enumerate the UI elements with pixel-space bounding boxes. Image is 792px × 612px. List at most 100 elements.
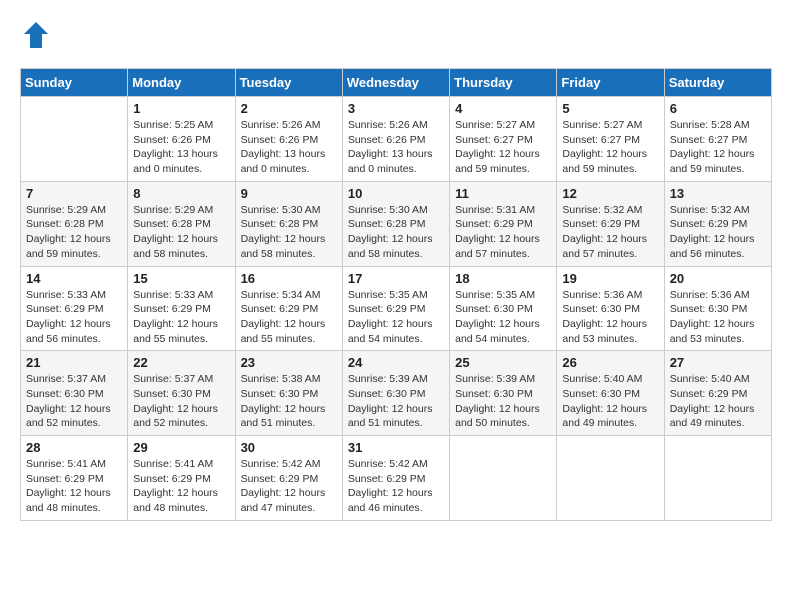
day-number: 16: [241, 271, 337, 286]
day-number: 13: [670, 186, 766, 201]
calendar-cell: [557, 436, 664, 521]
column-header-thursday: Thursday: [450, 69, 557, 97]
day-number: 9: [241, 186, 337, 201]
calendar-cell: 24 Sunrise: 5:39 AM Sunset: 6:30 PM Dayli…: [342, 351, 449, 436]
day-number: 26: [562, 355, 658, 370]
calendar-cell: 1 Sunrise: 5:25 AM Sunset: 6:26 PM Daylig…: [128, 97, 235, 182]
column-header-tuesday: Tuesday: [235, 69, 342, 97]
column-header-friday: Friday: [557, 69, 664, 97]
calendar-cell: 13 Sunrise: 5:32 AM Sunset: 6:29 PM Dayli…: [664, 181, 771, 266]
day-info: Sunrise: 5:39 AM Sunset: 6:30 PM Dayligh…: [348, 372, 444, 431]
calendar-cell: 17 Sunrise: 5:35 AM Sunset: 6:29 PM Dayli…: [342, 266, 449, 351]
column-header-saturday: Saturday: [664, 69, 771, 97]
day-number: 2: [241, 101, 337, 116]
day-number: 18: [455, 271, 551, 286]
day-number: 31: [348, 440, 444, 455]
calendar-cell: 27 Sunrise: 5:40 AM Sunset: 6:29 PM Dayli…: [664, 351, 771, 436]
day-info: Sunrise: 5:40 AM Sunset: 6:30 PM Dayligh…: [562, 372, 658, 431]
calendar-week-row: 14 Sunrise: 5:33 AM Sunset: 6:29 PM Dayli…: [21, 266, 772, 351]
day-info: Sunrise: 5:36 AM Sunset: 6:30 PM Dayligh…: [562, 288, 658, 347]
day-number: 10: [348, 186, 444, 201]
day-info: Sunrise: 5:27 AM Sunset: 6:27 PM Dayligh…: [562, 118, 658, 177]
day-info: Sunrise: 5:34 AM Sunset: 6:29 PM Dayligh…: [241, 288, 337, 347]
calendar-cell: 26 Sunrise: 5:40 AM Sunset: 6:30 PM Dayli…: [557, 351, 664, 436]
logo-icon: [20, 20, 52, 52]
calendar-week-row: 21 Sunrise: 5:37 AM Sunset: 6:30 PM Dayli…: [21, 351, 772, 436]
day-number: 21: [26, 355, 122, 370]
day-info: Sunrise: 5:33 AM Sunset: 6:29 PM Dayligh…: [133, 288, 229, 347]
calendar-cell: [450, 436, 557, 521]
calendar-cell: 30 Sunrise: 5:42 AM Sunset: 6:29 PM Dayli…: [235, 436, 342, 521]
day-info: Sunrise: 5:41 AM Sunset: 6:29 PM Dayligh…: [26, 457, 122, 516]
calendar-cell: 18 Sunrise: 5:35 AM Sunset: 6:30 PM Dayli…: [450, 266, 557, 351]
day-info: Sunrise: 5:26 AM Sunset: 6:26 PM Dayligh…: [348, 118, 444, 177]
day-info: Sunrise: 5:35 AM Sunset: 6:29 PM Dayligh…: [348, 288, 444, 347]
column-header-sunday: Sunday: [21, 69, 128, 97]
day-info: Sunrise: 5:30 AM Sunset: 6:28 PM Dayligh…: [348, 203, 444, 262]
day-info: Sunrise: 5:30 AM Sunset: 6:28 PM Dayligh…: [241, 203, 337, 262]
day-number: 22: [133, 355, 229, 370]
day-info: Sunrise: 5:38 AM Sunset: 6:30 PM Dayligh…: [241, 372, 337, 431]
calendar-week-row: 7 Sunrise: 5:29 AM Sunset: 6:28 PM Daylig…: [21, 181, 772, 266]
day-number: 4: [455, 101, 551, 116]
day-info: Sunrise: 5:27 AM Sunset: 6:27 PM Dayligh…: [455, 118, 551, 177]
day-number: 14: [26, 271, 122, 286]
day-info: Sunrise: 5:35 AM Sunset: 6:30 PM Dayligh…: [455, 288, 551, 347]
day-info: Sunrise: 5:37 AM Sunset: 6:30 PM Dayligh…: [26, 372, 122, 431]
calendar-cell: [664, 436, 771, 521]
logo: [20, 20, 56, 52]
calendar-cell: 31 Sunrise: 5:42 AM Sunset: 6:29 PM Dayli…: [342, 436, 449, 521]
day-info: Sunrise: 5:42 AM Sunset: 6:29 PM Dayligh…: [348, 457, 444, 516]
day-info: Sunrise: 5:33 AM Sunset: 6:29 PM Dayligh…: [26, 288, 122, 347]
calendar-week-row: 28 Sunrise: 5:41 AM Sunset: 6:29 PM Dayli…: [21, 436, 772, 521]
day-number: 8: [133, 186, 229, 201]
calendar-cell: 9 Sunrise: 5:30 AM Sunset: 6:28 PM Daylig…: [235, 181, 342, 266]
day-number: 30: [241, 440, 337, 455]
day-info: Sunrise: 5:31 AM Sunset: 6:29 PM Dayligh…: [455, 203, 551, 262]
day-info: Sunrise: 5:32 AM Sunset: 6:29 PM Dayligh…: [670, 203, 766, 262]
day-number: 19: [562, 271, 658, 286]
calendar-cell: 28 Sunrise: 5:41 AM Sunset: 6:29 PM Dayli…: [21, 436, 128, 521]
calendar-cell: 23 Sunrise: 5:38 AM Sunset: 6:30 PM Dayli…: [235, 351, 342, 436]
day-number: 5: [562, 101, 658, 116]
calendar-table: SundayMondayTuesdayWednesdayThursdayFrid…: [20, 68, 772, 521]
day-info: Sunrise: 5:42 AM Sunset: 6:29 PM Dayligh…: [241, 457, 337, 516]
day-number: 25: [455, 355, 551, 370]
calendar-cell: 7 Sunrise: 5:29 AM Sunset: 6:28 PM Daylig…: [21, 181, 128, 266]
calendar-cell: 15Sunrise: 5:33 AM Sunset: 6:29 PM Dayli…: [128, 266, 235, 351]
day-number: 17: [348, 271, 444, 286]
day-info: Sunrise: 5:32 AM Sunset: 6:29 PM Dayligh…: [562, 203, 658, 262]
column-header-monday: Monday: [128, 69, 235, 97]
day-info: Sunrise: 5:28 AM Sunset: 6:27 PM Dayligh…: [670, 118, 766, 177]
day-info: Sunrise: 5:26 AM Sunset: 6:26 PM Dayligh…: [241, 118, 337, 177]
column-header-wednesday: Wednesday: [342, 69, 449, 97]
calendar-cell: 2 Sunrise: 5:26 AM Sunset: 6:26 PM Daylig…: [235, 97, 342, 182]
calendar-cell: [21, 97, 128, 182]
day-number: 23: [241, 355, 337, 370]
day-number: 6: [670, 101, 766, 116]
day-info: Sunrise: 5:25 AM Sunset: 6:26 PM Dayligh…: [133, 118, 229, 177]
calendar-cell: 14 Sunrise: 5:33 AM Sunset: 6:29 PM Dayli…: [21, 266, 128, 351]
day-number: 24: [348, 355, 444, 370]
day-number: 12: [562, 186, 658, 201]
calendar-header-row: SundayMondayTuesdayWednesdayThursdayFrid…: [21, 69, 772, 97]
day-number: 1: [133, 101, 229, 116]
calendar-cell: 10 Sunrise: 5:30 AM Sunset: 6:28 PM Dayli…: [342, 181, 449, 266]
calendar-cell: 19 Sunrise: 5:36 AM Sunset: 6:30 PM Dayli…: [557, 266, 664, 351]
day-info: Sunrise: 5:36 AM Sunset: 6:30 PM Dayligh…: [670, 288, 766, 347]
calendar-cell: 21 Sunrise: 5:37 AM Sunset: 6:30 PM Dayli…: [21, 351, 128, 436]
calendar-cell: 29Sunrise: 5:41 AM Sunset: 6:29 PM Dayli…: [128, 436, 235, 521]
calendar-cell: 4 Sunrise: 5:27 AM Sunset: 6:27 PM Daylig…: [450, 97, 557, 182]
calendar-cell: 3 Sunrise: 5:26 AM Sunset: 6:26 PM Daylig…: [342, 97, 449, 182]
calendar-cell: 5 Sunrise: 5:27 AM Sunset: 6:27 PM Daylig…: [557, 97, 664, 182]
day-number: 27: [670, 355, 766, 370]
day-info: Sunrise: 5:37 AM Sunset: 6:30 PM Dayligh…: [133, 372, 229, 431]
day-number: 28: [26, 440, 122, 455]
day-number: 3: [348, 101, 444, 116]
day-info: Sunrise: 5:39 AM Sunset: 6:30 PM Dayligh…: [455, 372, 551, 431]
day-number: 7: [26, 186, 122, 201]
day-info: Sunrise: 5:29 AM Sunset: 6:28 PM Dayligh…: [26, 203, 122, 262]
calendar-cell: 22 Sunrise: 5:37 AM Sunset: 6:30 PM Dayli…: [128, 351, 235, 436]
calendar-cell: 16 Sunrise: 5:34 AM Sunset: 6:29 PM Dayli…: [235, 266, 342, 351]
day-info: Sunrise: 5:40 AM Sunset: 6:29 PM Dayligh…: [670, 372, 766, 431]
